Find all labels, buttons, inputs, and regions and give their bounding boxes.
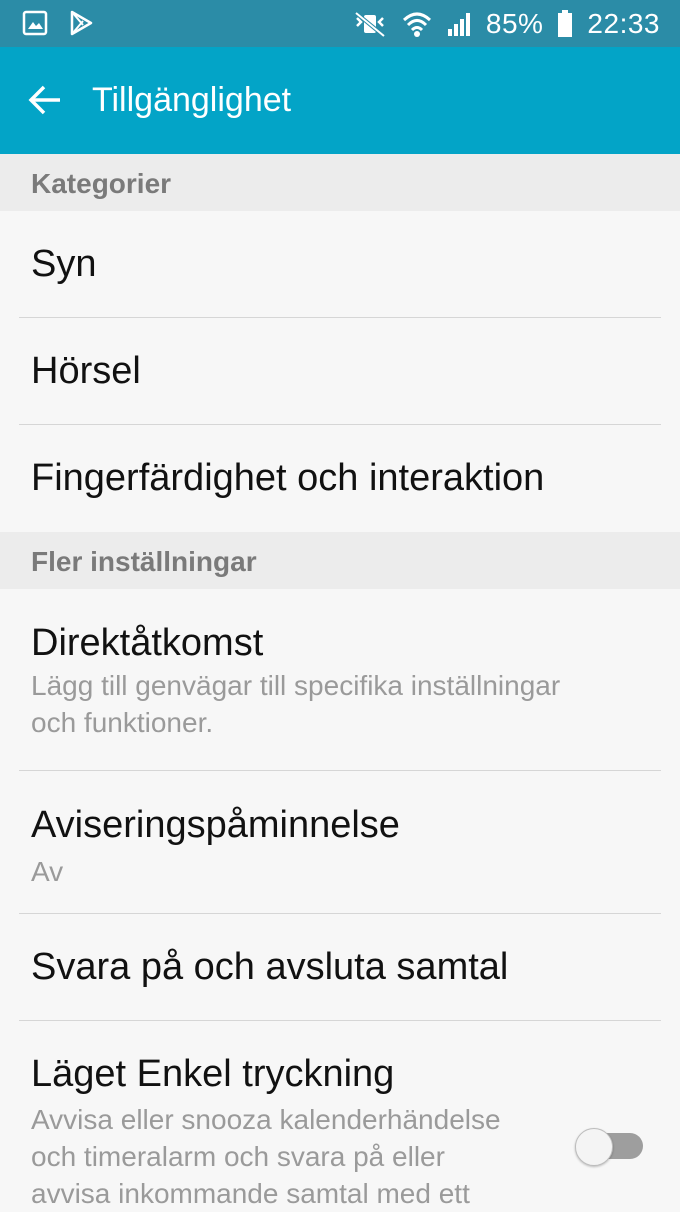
list-item-horsel[interactable]: Hörsel bbox=[0, 318, 680, 425]
section-header-more-settings: Fler inställningar bbox=[0, 532, 680, 589]
arrow-left-icon[interactable] bbox=[28, 85, 62, 115]
list-item-direktatkomst[interactable]: Direktåtkomst Lägg till genvägar till sp… bbox=[0, 589, 680, 771]
settings-list: Kategorier Syn Hörsel Fingerfärdighet oc… bbox=[0, 154, 680, 1211]
item-title: Hörsel bbox=[31, 350, 141, 392]
list-item-syn[interactable]: Syn bbox=[0, 211, 680, 318]
item-title: Aviseringspåminnelse bbox=[31, 804, 400, 846]
play-store-icon bbox=[70, 10, 93, 36]
clock: 22:33 bbox=[587, 7, 660, 39]
item-title: Svara på och avsluta samtal bbox=[31, 946, 509, 988]
list-item-enkel-tryckning[interactable]: Läget Enkel tryckning Avvisa eller snooz… bbox=[0, 1021, 680, 1211]
item-subtitle: avvisa inkommande samtal med ett bbox=[31, 1178, 470, 1209]
toggle-knob bbox=[575, 1128, 613, 1166]
list-item-fingerfardighet[interactable]: Fingerfärdighet och interaktion bbox=[0, 425, 680, 532]
wifi-icon bbox=[402, 12, 431, 37]
status-bar: 85% 22:33 bbox=[0, 0, 680, 47]
item-title: Syn bbox=[31, 243, 97, 285]
battery-icon bbox=[558, 9, 573, 37]
enkel-tryckning-toggle[interactable] bbox=[575, 1128, 645, 1166]
section-header-categories: Kategorier bbox=[0, 154, 680, 211]
item-subtitle: och funktioner. bbox=[31, 707, 214, 738]
page-title: Tillgänglighet bbox=[92, 81, 292, 119]
item-subtitle: Lägg till genvägar till specifika instäl… bbox=[31, 670, 561, 701]
list-item-svara-samtal[interactable]: Svara på och avsluta samtal bbox=[0, 914, 680, 1021]
gallery-icon bbox=[22, 10, 48, 36]
battery-percent: 85% bbox=[485, 7, 544, 39]
app-bar: Tillgänglighet bbox=[0, 47, 680, 154]
item-title: Läget Enkel tryckning bbox=[31, 1053, 395, 1095]
list-item-aviseringspaminnelse[interactable]: Aviseringspåminnelse Av bbox=[0, 771, 680, 914]
item-title: Direktåtkomst bbox=[31, 622, 264, 664]
item-title: Fingerfärdighet och interaktion bbox=[31, 457, 545, 499]
mute-icon bbox=[354, 10, 386, 38]
item-status: Av bbox=[31, 856, 64, 887]
signal-icon bbox=[447, 12, 470, 36]
